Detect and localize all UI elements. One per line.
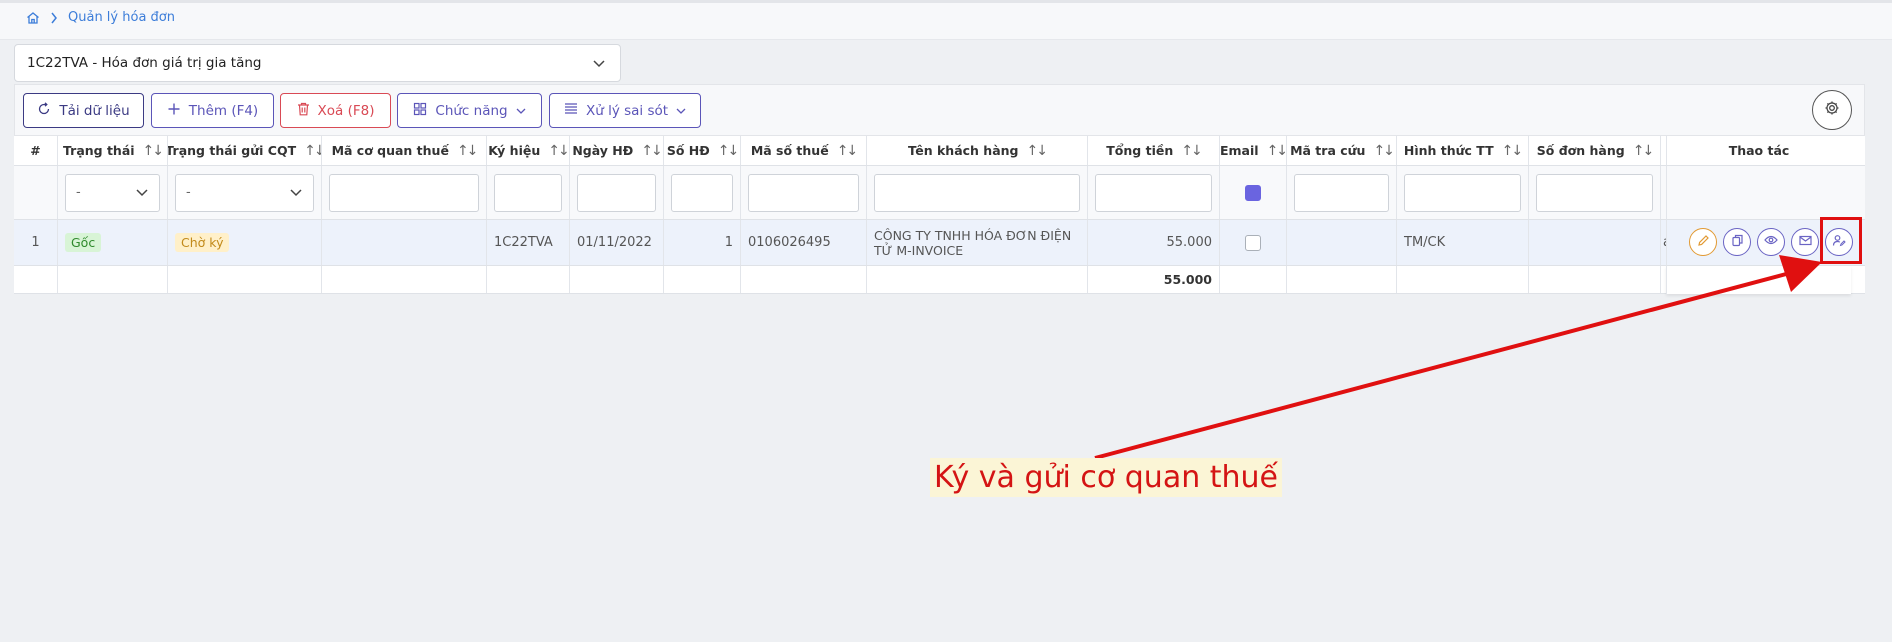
annotation-label: Ký và gửi cơ quan thuế — [930, 458, 1283, 497]
annotation-arrow-icon — [1094, 255, 1822, 460]
